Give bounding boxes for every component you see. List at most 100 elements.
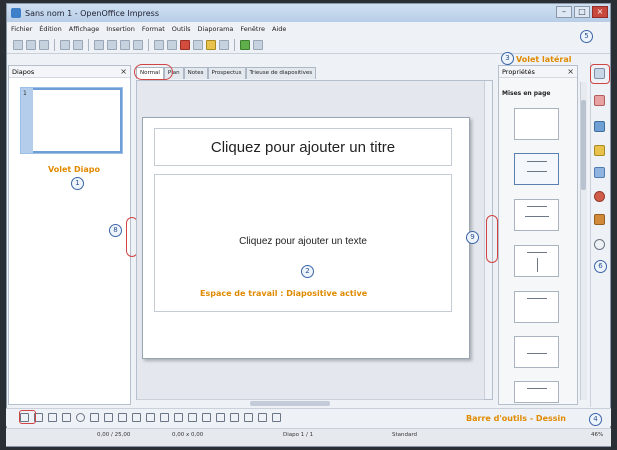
layout-line	[525, 216, 549, 217]
layout-line	[527, 298, 547, 299]
animation-deck-icon[interactable]	[594, 191, 605, 202]
properties-scroll-thumb[interactable]	[581, 100, 586, 190]
pdf-icon[interactable]	[73, 40, 83, 50]
slides-pane-title: Diapos	[12, 67, 35, 76]
window-title: Sans nom 1 - OpenOffice Impress	[25, 8, 159, 18]
window-controls: – □ ×	[556, 6, 608, 18]
basic-shapes-icon[interactable]	[132, 413, 141, 422]
marker-8: 8	[109, 224, 122, 237]
from-file-icon[interactable]	[244, 413, 253, 422]
hyperlink-icon[interactable]	[206, 40, 216, 50]
slide-thumbnail[interactable]	[20, 87, 123, 154]
menu-file[interactable]: Fichier	[11, 25, 32, 33]
stars-icon[interactable]	[202, 413, 211, 422]
table-icon[interactable]	[193, 40, 203, 50]
layout-title-content[interactable]	[514, 153, 559, 185]
spellcheck-icon[interactable]	[94, 40, 104, 50]
save-icon[interactable]	[39, 40, 49, 50]
maximize-button[interactable]: □	[574, 6, 590, 18]
horizontal-scroll-thumb[interactable]	[250, 401, 330, 406]
marker-5-top: 5	[580, 30, 593, 43]
paste-icon[interactable]	[133, 40, 143, 50]
rectangle-icon[interactable]	[62, 413, 71, 422]
impress-app-icon	[11, 8, 21, 18]
menu-slideshow[interactable]: Diaporama	[198, 25, 234, 33]
layout-title-only[interactable]	[514, 291, 559, 323]
menu-bar: Fichier Édition Affichage Insertion Form…	[7, 22, 610, 36]
menu-window[interactable]: Fenêtre	[240, 25, 265, 33]
menu-tools[interactable]: Outils	[172, 25, 191, 33]
points-icon[interactable]	[216, 413, 225, 422]
sidebar-annotation: Volet latéral	[516, 55, 572, 64]
connector-icon[interactable]	[118, 413, 127, 422]
layout-blank[interactable]	[514, 108, 559, 140]
symbol-shapes-icon[interactable]	[146, 413, 155, 422]
properties-deck-icon[interactable]	[594, 68, 605, 79]
content-placeholder-text: Cliquez pour ajouter un texte	[239, 236, 367, 247]
status-zoom[interactable]: 46%	[591, 432, 603, 438]
redo-icon[interactable]	[167, 40, 177, 50]
menu-view[interactable]: Affichage	[69, 25, 100, 33]
layout-centered-text[interactable]	[514, 336, 559, 368]
marker-2: 2	[301, 265, 314, 278]
extrusion-icon[interactable]	[272, 413, 281, 422]
layout-line	[537, 258, 538, 272]
title-placeholder[interactable]: Cliquez pour ajouter un titre	[154, 128, 452, 166]
text-icon[interactable]	[90, 413, 99, 422]
gallery-deck-icon[interactable]	[594, 145, 605, 156]
functions-deck-icon[interactable]	[594, 239, 605, 250]
undo-icon[interactable]	[154, 40, 164, 50]
print-icon[interactable]	[60, 40, 70, 50]
styles-deck-icon[interactable]	[594, 95, 605, 106]
curve-icon[interactable]	[104, 413, 113, 422]
master-slides-deck-icon[interactable]	[594, 121, 605, 132]
tab-handout[interactable]: Prospectus	[207, 67, 246, 79]
workspace-annotation: Espace de travail : Diapositive active	[200, 289, 368, 298]
ellipse-icon[interactable]	[76, 413, 85, 422]
marker-6: 6	[594, 260, 607, 273]
block-arrows-icon[interactable]	[160, 413, 169, 422]
navigator-deck-icon[interactable]	[594, 167, 605, 178]
layouts-section-title[interactable]: Mises en page	[502, 90, 550, 97]
status-size: 0,00 x 0,00	[172, 432, 204, 438]
open-icon[interactable]	[26, 40, 36, 50]
properties-pane-close-icon[interactable]: ×	[567, 67, 574, 76]
layout-line	[527, 353, 547, 354]
menu-format[interactable]: Format	[142, 25, 165, 33]
tab-notes[interactable]: Notes	[183, 67, 208, 79]
copy-icon[interactable]	[120, 40, 130, 50]
callouts-icon[interactable]	[188, 413, 197, 422]
slideshow-icon[interactable]	[240, 40, 250, 50]
slide-thumbnail-selection	[21, 88, 33, 153]
tab-normal-highlight	[134, 64, 173, 80]
layout-line	[527, 252, 547, 253]
slides-pane-header: Diapos ×	[9, 66, 130, 78]
fontwork-icon[interactable]	[230, 413, 239, 422]
display-icon[interactable]	[253, 40, 263, 50]
toolbar-separator	[148, 39, 149, 51]
flowchart-icon[interactable]	[174, 413, 183, 422]
menu-help[interactable]: Aide	[272, 25, 286, 33]
arrow-icon[interactable]	[48, 413, 57, 422]
zoom-icon[interactable]	[219, 40, 229, 50]
marker-9: 9	[466, 231, 479, 244]
menu-insert[interactable]: Insertion	[106, 25, 135, 33]
layout-line	[527, 388, 547, 389]
slides-pane-close-icon[interactable]: ×	[120, 67, 127, 76]
transition-deck-icon[interactable]	[594, 214, 605, 225]
slide-thumbnail-number: 1	[23, 90, 27, 97]
menu-edit[interactable]: Édition	[39, 25, 62, 33]
new-icon[interactable]	[13, 40, 23, 50]
tab-slide-sorter[interactable]: Trieuse de diapositives	[245, 67, 317, 79]
toolbar-separator	[54, 39, 55, 51]
title-bar: Sans nom 1 - OpenOffice Impress – □ ×	[7, 4, 610, 22]
layout-two-columns[interactable]	[514, 245, 559, 277]
marker-3: 3	[501, 52, 514, 65]
close-window-button[interactable]: ×	[592, 6, 608, 18]
layout-title-text[interactable]	[514, 199, 559, 231]
minimize-button[interactable]: –	[556, 6, 572, 18]
gallery-icon[interactable]	[258, 413, 267, 422]
cut-icon[interactable]	[107, 40, 117, 50]
chart-icon[interactable]	[180, 40, 190, 50]
layout-title-content-2[interactable]	[514, 381, 559, 403]
